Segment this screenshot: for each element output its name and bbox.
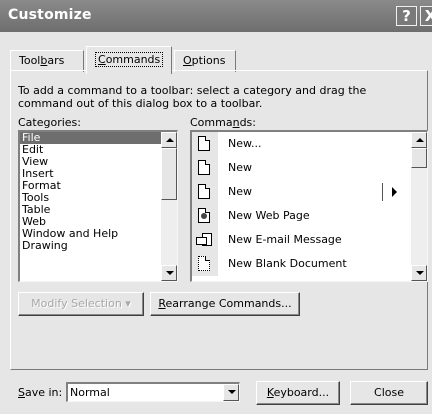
arrow-up-icon <box>166 138 174 142</box>
save-in-accel: S <box>18 386 25 399</box>
close-window-button[interactable]: X <box>420 6 432 26</box>
commands-scroll-down[interactable] <box>411 265 427 281</box>
commands-label-accel: n <box>232 116 240 129</box>
command-icon-cell <box>192 132 218 156</box>
keyboard-button[interactable]: Keyboard... <box>256 381 340 405</box>
title-bar[interactable]: Customize ? X <box>0 0 432 32</box>
command-item[interactable]: New Blank Document <box>192 252 427 276</box>
instructions-text: To add a command to a toolbar: select a … <box>18 84 367 110</box>
close-button[interactable]: Close <box>350 381 428 405</box>
tab-commands-label: ommands <box>105 53 161 66</box>
modify-selection-label: Modify Selection <box>31 297 122 310</box>
help-button[interactable]: ? <box>396 6 417 26</box>
command-item[interactable]: New E-mail Message <box>192 228 427 252</box>
commands-scroll-thumb[interactable] <box>411 148 427 168</box>
submenu-arrow-icon[interactable] <box>392 187 397 197</box>
categories-scrollbar[interactable] <box>161 132 177 281</box>
tab-toolbars[interactable]: Toolbars <box>10 50 84 72</box>
close-icon: X <box>424 7 432 25</box>
commands-scrollbar[interactable] <box>411 132 427 281</box>
tab-options-label: ptions <box>191 54 226 67</box>
categories-label: Categories: <box>18 116 81 129</box>
commands-label-b: ds: <box>239 116 256 129</box>
commands-listbox[interactable]: New... New New New Web Page New E-mail Messa… <box>190 130 428 282</box>
categories-scroll-thumb[interactable] <box>161 148 177 200</box>
command-label: New Web Page <box>228 209 310 222</box>
categories-list: File Edit View Insert Format Tools Table Web Win… <box>20 132 177 252</box>
modify-selection-button[interactable]: Modify Selection ▾ <box>18 292 144 316</box>
chevron-down-icon <box>228 390 236 394</box>
document-icon <box>198 184 210 199</box>
command-icon-cell <box>192 228 218 252</box>
command-icon-cell <box>192 204 218 228</box>
document-icon <box>198 136 210 151</box>
commands-list: New... New New New Web Page New E-mail Messa… <box>192 132 427 276</box>
command-item[interactable]: New <box>192 156 427 180</box>
category-item[interactable]: Drawing <box>20 240 177 252</box>
command-label: New E-mail Message <box>228 233 342 246</box>
envelope-shape <box>196 237 207 245</box>
command-label: New <box>228 185 252 198</box>
dialog-title: Customize <box>8 7 92 23</box>
save-in-select[interactable]: Normal <box>66 382 240 402</box>
tab-options[interactable]: Options <box>174 50 236 72</box>
rearrange-label: earrange Commands... <box>165 297 292 310</box>
document-icon <box>198 160 210 175</box>
blank-document-icon <box>198 256 210 271</box>
categories-scroll-up[interactable] <box>161 132 177 148</box>
close-label: Close <box>374 386 404 399</box>
commands-label: Commands: <box>190 116 256 129</box>
category-item[interactable]: File <box>20 132 177 144</box>
arrow-up-icon <box>416 138 424 142</box>
tab-options-accel: O <box>183 54 192 67</box>
command-item[interactable]: New Web Page <box>192 204 427 228</box>
help-icon: ? <box>402 7 411 25</box>
commands-scroll-up[interactable] <box>411 132 427 148</box>
keyboard-accel: K <box>266 386 274 399</box>
command-icon-cell <box>192 180 218 204</box>
command-icon-cell <box>192 252 218 276</box>
tab-toolbars-label-b: ars <box>47 54 65 67</box>
command-label: New <box>228 161 252 174</box>
save-in-dropdown-button[interactable] <box>223 384 239 401</box>
commands-label-a: Comma <box>190 116 233 129</box>
tab-commands-accel: C <box>98 53 106 66</box>
command-item[interactable]: New... <box>192 132 427 156</box>
keyboard-label: eyboard... <box>273 386 330 399</box>
categories-listbox[interactable]: File Edit View Insert Format Tools Table Web Win… <box>18 130 178 282</box>
arrow-down-icon <box>166 271 174 275</box>
customize-dialog: Customize ? X Toolbars Commands Options … <box>0 0 432 414</box>
rearrange-accel: R <box>158 297 166 310</box>
tab-commands[interactable]: Commands <box>86 46 172 74</box>
tab-commands-focus: Commands <box>95 52 164 67</box>
command-label: New Blank Document <box>228 257 347 270</box>
save-in-value: Normal <box>70 386 110 399</box>
arrow-down-icon <box>416 271 424 275</box>
chevron-down-icon: ▾ <box>125 297 131 310</box>
categories-scroll-down[interactable] <box>161 265 177 281</box>
rearrange-commands-button[interactable]: Rearrange Commands... <box>150 292 300 316</box>
command-item[interactable]: New <box>192 180 427 204</box>
command-icon-cell <box>192 156 218 180</box>
save-in-label: Save in: <box>18 386 62 399</box>
command-label: New... <box>228 137 262 150</box>
web-page-icon <box>198 208 210 223</box>
submenu-separator <box>382 183 383 201</box>
email-message-icon <box>196 233 213 247</box>
tab-toolbars-label-a: Tool <box>19 54 41 67</box>
save-in-label-text: ave in: <box>24 386 63 399</box>
